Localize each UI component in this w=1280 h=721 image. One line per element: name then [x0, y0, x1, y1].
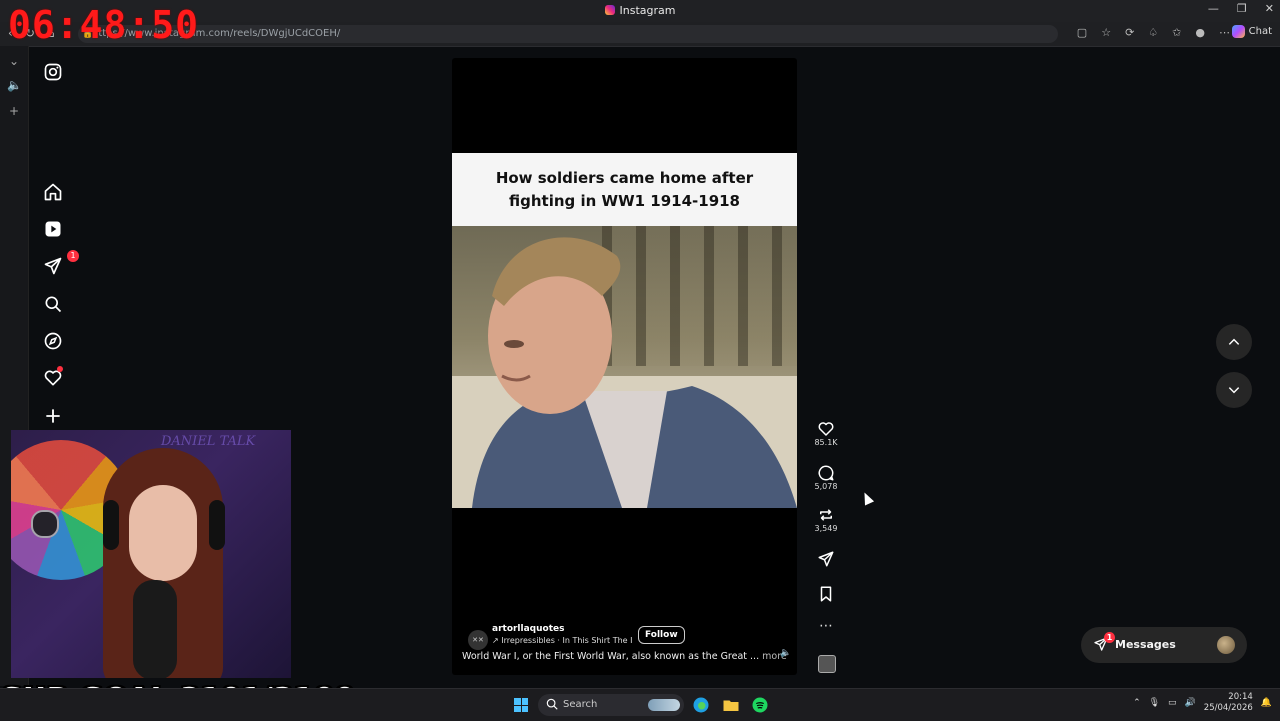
- extensions-icon[interactable]: ⟳: [1125, 26, 1134, 39]
- direct-messages-nav[interactable]: 1: [43, 250, 79, 276]
- minimize-button[interactable]: —: [1208, 2, 1219, 15]
- explore-compass-icon[interactable]: [43, 331, 63, 351]
- comment-count: 5,078: [814, 482, 838, 491]
- save-action[interactable]: [812, 585, 840, 603]
- account-name[interactable]: artorllaquotes: [492, 624, 564, 634]
- microphone: [133, 580, 177, 678]
- notifications-nav[interactable]: [43, 366, 63, 388]
- create-plus-icon[interactable]: [43, 406, 63, 426]
- shield-icon[interactable]: ♤: [1148, 26, 1158, 39]
- share-plane-icon: [818, 551, 834, 567]
- taskbar-search[interactable]: Search: [538, 694, 684, 716]
- more-options-icon[interactable]: ⋯: [812, 618, 840, 634]
- home-icon[interactable]: [43, 182, 63, 202]
- messages-label: Messages: [1115, 638, 1176, 651]
- chevron-up-icon: [1228, 338, 1240, 345]
- neon-sign-text: DANIEL TALK: [161, 434, 256, 449]
- reading-view-icon[interactable]: ▢: [1077, 26, 1087, 39]
- edge-browser-icon[interactable]: [692, 696, 710, 714]
- reels-icon[interactable]: [43, 219, 63, 239]
- mouse-cursor: [859, 490, 875, 506]
- profile-avatar-icon[interactable]: ●: [1195, 26, 1205, 39]
- window-title-text: Instagram: [619, 4, 676, 17]
- audio-track[interactable]: ↗ Irrepressibles · In This Shirt The I: [492, 636, 632, 645]
- audio-thumbnail[interactable]: [818, 655, 836, 673]
- url-field[interactable]: 🔒 https://www.instagram.com/reels/DWgjUC…: [78, 25, 1058, 43]
- wheel-center: [31, 510, 59, 538]
- tray-chevron-up-icon[interactable]: ⌃: [1133, 698, 1141, 708]
- repost-count: 3,549: [814, 524, 838, 533]
- like-count: 85.1K: [814, 438, 838, 447]
- instagram-logo-icon[interactable]: [43, 62, 63, 82]
- caption-overlay-text: How soldiers came home after fighting in…: [495, 168, 754, 210]
- reel-video-frame[interactable]: [452, 226, 797, 508]
- comment-action[interactable]: 5,078: [812, 464, 840, 491]
- toolbar-icons: ▢ ☆ ⟳ ♤ ✩ ● ⋯: [1077, 26, 1230, 39]
- notification-badge: 1: [67, 250, 79, 262]
- previous-reel-button[interactable]: [1216, 324, 1252, 360]
- like-heart-icon: [818, 422, 834, 436]
- comment-bubble-icon: [818, 465, 834, 481]
- favorite-star-icon[interactable]: ☆: [1101, 26, 1111, 39]
- network-icon[interactable]: ▭: [1168, 698, 1177, 708]
- search-icon[interactable]: [43, 294, 63, 314]
- search-icon: [546, 698, 558, 710]
- reel-description[interactable]: World War I, or the First World War, als…: [462, 651, 787, 662]
- follow-button[interactable]: Follow: [638, 626, 685, 644]
- new-tab-plus-icon[interactable]: +: [7, 104, 21, 118]
- music-arrow-icon: ↗: [492, 636, 502, 645]
- reel-player[interactable]: How soldiers came home after fighting in…: [452, 58, 797, 675]
- copilot-chat-button[interactable]: Chat: [1231, 25, 1272, 38]
- repost-icon: [820, 509, 832, 521]
- audio-track-text: Irrepressibles · In This Shirt The I: [501, 636, 633, 645]
- notification-bell-icon[interactable]: 🔔: [1261, 698, 1272, 708]
- chevron-down-icon[interactable]: ⌄: [7, 54, 21, 68]
- messages-badge: 1: [1104, 632, 1115, 643]
- file-explorer-icon[interactable]: [722, 696, 740, 714]
- spotify-icon[interactable]: [751, 696, 769, 714]
- messages-avatar: [1217, 636, 1235, 654]
- repost-action[interactable]: 3,549: [812, 506, 840, 533]
- paper-plane-icon: [44, 257, 62, 275]
- speaker-mute-icon[interactable]: 🔈: [780, 648, 791, 658]
- next-reel-button[interactable]: [1216, 372, 1252, 408]
- restore-button[interactable]: ❐: [1237, 2, 1247, 15]
- volume-icon[interactable]: 🔊: [1185, 698, 1196, 708]
- headphone-right: [209, 500, 225, 550]
- chevron-down-icon: [1228, 387, 1240, 394]
- microphone-icon[interactable]: 🎙: [1149, 698, 1160, 708]
- streamer-face: [129, 485, 197, 581]
- account-avatar[interactable]: ✕✕: [468, 630, 488, 650]
- chat-label: Chat: [1248, 26, 1272, 37]
- search-highlight-image: [648, 699, 680, 711]
- like-action[interactable]: 85.1K: [812, 420, 840, 447]
- instagram-favicon-icon: [604, 5, 615, 15]
- taskbar-search-label: Search: [563, 699, 598, 710]
- menu-dots-icon[interactable]: ⋯: [1219, 26, 1230, 39]
- webcam-overlay: DANIEL TALK: [11, 430, 291, 678]
- audio-tab-icon[interactable]: 🔈: [7, 78, 22, 92]
- system-tray: ⌃ 🎙 ▭ 🔊 20:14 25/04/2026 🔔: [1133, 692, 1272, 714]
- bookmark-icon: [820, 586, 832, 602]
- description-text: World War I, or the First World War, als…: [462, 651, 760, 662]
- clock-date: 25/04/2026: [1203, 703, 1253, 713]
- taskbar: Search ⌃ 🎙 ▭ 🔊 20:14 25/04/2026 🔔: [0, 688, 1280, 721]
- share-action[interactable]: [812, 550, 840, 568]
- notification-dot: [57, 366, 63, 372]
- favorites-icon[interactable]: ✩: [1172, 26, 1181, 39]
- clock-time: 20:14: [1228, 692, 1253, 702]
- copilot-icon: [1231, 25, 1245, 38]
- windows-start-icon[interactable]: [514, 698, 528, 712]
- window-controls: — ❐ ✕: [1208, 2, 1274, 15]
- close-window-button[interactable]: ✕: [1265, 2, 1274, 15]
- messages-button[interactable]: 1 Messages: [1081, 627, 1247, 663]
- soldier-figure: [472, 237, 797, 508]
- reel-caption-overlay: How soldiers came home after fighting in…: [452, 153, 797, 226]
- clock[interactable]: 20:14 25/04/2026: [1204, 692, 1253, 714]
- stream-timer: 06:48:50: [8, 3, 200, 47]
- headphone-left: [103, 500, 119, 550]
